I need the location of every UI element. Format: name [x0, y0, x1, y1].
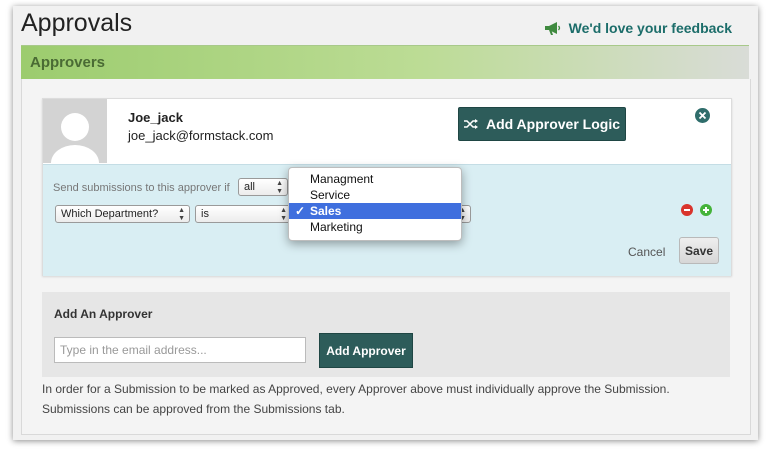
- remove-condition-button[interactable]: [681, 204, 693, 216]
- section-title: Approvers: [30, 54, 106, 71]
- add-approver-title: Add An Approver: [54, 307, 153, 321]
- match-select[interactable]: all ▲ ▼: [238, 178, 288, 196]
- dropdown-option[interactable]: Managment: [289, 171, 461, 187]
- field-select[interactable]: Which Department? ▲ ▼: [55, 205, 190, 223]
- add-approver-logic-button[interactable]: Add Approver Logic: [458, 107, 626, 141]
- dropdown-option-selected[interactable]: ✓ Sales: [289, 203, 461, 219]
- remove-approver-button[interactable]: [695, 108, 710, 123]
- operator-select-value: is: [201, 208, 209, 220]
- approvers-section-body: Joe_jack joe_jack@formstack.com Add Appr…: [21, 79, 751, 435]
- shuffle-icon: [463, 119, 478, 129]
- dropdown-option-label: Managment: [310, 172, 374, 186]
- feedback-label: We'd love your feedback: [568, 20, 732, 36]
- add-condition-button[interactable]: [700, 204, 712, 216]
- feedback-link[interactable]: We'd love your feedback: [544, 20, 732, 36]
- page-title: Approvals: [21, 9, 133, 37]
- value-dropdown-menu: Managment Service ✓ Sales Marketing: [288, 167, 462, 241]
- remove-condition-icon: [684, 209, 690, 211]
- send-submissions-label: Send submissions to this approver if: [53, 182, 230, 194]
- approval-info-text: In order for a Submission to be marked a…: [42, 382, 670, 416]
- approvers-section-header: Approvers: [21, 45, 749, 79]
- avatar: [43, 99, 107, 163]
- add-approver-button[interactable]: Add Approver: [319, 333, 413, 368]
- select-arrows-icon: ▲ ▼: [280, 207, 287, 222]
- logic-button-label: Add Approver Logic: [485, 116, 621, 132]
- approver-name: Joe_jack: [128, 110, 183, 125]
- dropdown-option-label: Marketing: [310, 220, 363, 234]
- megaphone-icon: [544, 21, 560, 35]
- approver-email-input[interactable]: [54, 337, 306, 363]
- close-icon: [698, 111, 707, 120]
- cancel-link[interactable]: Cancel: [628, 245, 665, 259]
- dropdown-option-label: Service: [310, 188, 351, 202]
- approver-email: joe_jack@formstack.com: [128, 128, 274, 143]
- default-avatar-icon: [51, 113, 99, 163]
- add-condition-icon: [703, 207, 709, 213]
- dropdown-option-label: Sales: [310, 204, 342, 218]
- save-button[interactable]: Save: [679, 237, 719, 264]
- dropdown-option[interactable]: Service: [289, 187, 461, 203]
- select-arrows-icon: ▲ ▼: [178, 207, 185, 222]
- operator-select[interactable]: is ▲ ▼: [195, 205, 292, 223]
- checkmark-icon: ✓: [295, 204, 306, 218]
- match-select-value: all: [244, 181, 256, 193]
- field-select-value: Which Department?: [61, 208, 159, 220]
- select-arrows-icon: ▲ ▼: [276, 180, 283, 195]
- dropdown-option[interactable]: Marketing: [289, 219, 461, 235]
- add-approver-box: Add An Approver Add Approver: [42, 292, 730, 377]
